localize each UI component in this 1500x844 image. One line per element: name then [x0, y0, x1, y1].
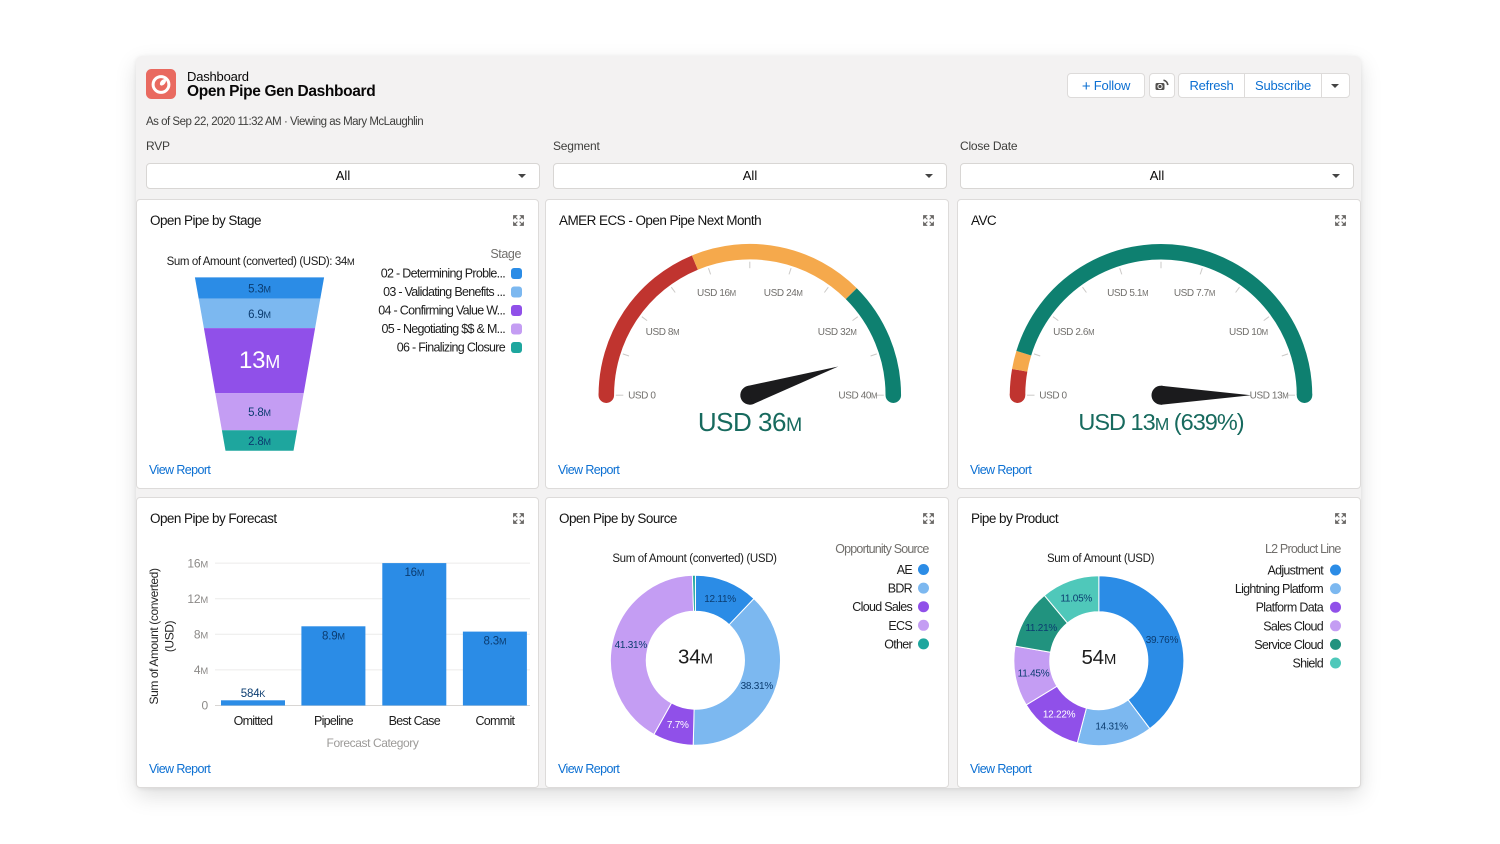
svg-text:Omitted: Omitted [234, 714, 274, 728]
svg-text:Forecast Category: Forecast Category [327, 736, 419, 750]
svg-text:41.31%: 41.31% [615, 640, 648, 651]
svg-text:Commit: Commit [475, 714, 515, 728]
svg-text:12.22%: 12.22% [1043, 710, 1076, 721]
svg-text:BDR: BDR [888, 582, 913, 596]
svg-text:2.8M: 2.8M [248, 436, 271, 448]
svg-text:USD 24M: USD 24M [764, 288, 803, 299]
svg-text:Opportunity Source: Opportunity Source [835, 542, 929, 556]
svg-text:02 - Determining Proble...: 02 - Determining Proble... [381, 267, 505, 281]
svg-text:AE: AE [897, 563, 913, 577]
svg-text:USD 13M (639%): USD 13M (639%) [1078, 409, 1243, 435]
svg-text:Shield: Shield [1292, 657, 1323, 671]
svg-text:USD 7.7M: USD 7.7M [1174, 288, 1215, 299]
svg-text:Service Cloud: Service Cloud [1254, 638, 1323, 652]
svg-text:Sum of Amount (USD): Sum of Amount (USD) [1047, 553, 1155, 565]
svg-text:USD 8M: USD 8M [646, 327, 680, 338]
svg-text:11.21%: 11.21% [1025, 623, 1057, 634]
svg-text:Stage: Stage [490, 247, 521, 261]
svg-text:USD 16M: USD 16M [697, 288, 736, 299]
svg-text:34M: 34M [678, 646, 713, 669]
svg-text:16M: 16M [187, 556, 208, 570]
svg-text:USD 32M: USD 32M [818, 327, 857, 338]
svg-text:Cloud Sales: Cloud Sales [852, 600, 912, 614]
svg-text:Adjustment: Adjustment [1267, 564, 1324, 578]
svg-text:38.31%: 38.31% [741, 681, 774, 692]
svg-text:16M: 16M [404, 567, 424, 579]
svg-text:12.11%: 12.11% [704, 594, 736, 605]
svg-text:06 - Finalizing Closure: 06 - Finalizing Closure [397, 341, 506, 355]
svg-text:4M: 4M [194, 663, 208, 677]
svg-text:54M: 54M [1081, 646, 1116, 669]
svg-text:39.76%: 39.76% [1146, 635, 1179, 646]
svg-text:5.8M: 5.8M [248, 407, 271, 419]
svg-text:USD 0: USD 0 [1039, 391, 1067, 402]
svg-text:Lightning Platform: Lightning Platform [1235, 582, 1323, 596]
svg-text:03 - Validating Benefits ...: 03 - Validating Benefits ... [383, 285, 505, 299]
svg-text:L2 Product Line: L2 Product Line [1265, 542, 1341, 556]
svg-text:05 - Negotiating $$ & M...: 05 - Negotiating $$ & M... [381, 322, 505, 336]
svg-text:8M: 8M [194, 628, 208, 642]
svg-text:Platform Data: Platform Data [1256, 601, 1324, 615]
svg-text:8.3M: 8.3M [484, 636, 507, 648]
svg-text:USD 2.6M: USD 2.6M [1053, 327, 1094, 338]
svg-text:USD 13M: USD 13M [1250, 391, 1289, 402]
svg-text:Sum of Amount (converted): Sum of Amount (converted) [147, 568, 161, 704]
svg-text:Pipeline: Pipeline [314, 714, 354, 728]
svg-text:8.9M: 8.9M [322, 630, 345, 642]
svg-text:13M: 13M [239, 347, 280, 374]
svg-text:USD 40M: USD 40M [838, 391, 877, 402]
svg-text:USD 10M: USD 10M [1229, 327, 1268, 338]
svg-text:584K: 584K [241, 688, 266, 700]
svg-text:Best Case: Best Case [389, 714, 441, 728]
svg-text:USD 36M: USD 36M [698, 407, 802, 437]
svg-text:7.7%: 7.7% [667, 720, 689, 731]
svg-text:USD 5.1M: USD 5.1M [1107, 288, 1148, 299]
svg-text:ECS: ECS [888, 619, 912, 633]
svg-text:Other: Other [884, 637, 912, 651]
svg-text:5.3M: 5.3M [248, 284, 271, 296]
svg-text:Sum of Amount (converted) (USD: Sum of Amount (converted) (USD): 34M [167, 256, 355, 268]
svg-text:6.9M: 6.9M [248, 309, 271, 321]
svg-text:11.05%: 11.05% [1060, 594, 1092, 605]
svg-text:14.31%: 14.31% [1095, 722, 1128, 733]
svg-text:(USD): (USD) [163, 620, 177, 652]
svg-text:USD 0: USD 0 [628, 391, 656, 402]
svg-text:12M: 12M [187, 592, 208, 606]
svg-text:Sum of Amount (converted) (USD: Sum of Amount (converted) (USD) [612, 553, 777, 565]
svg-text:04 - Confirming Value W...: 04 - Confirming Value W... [378, 304, 505, 318]
svg-text:11.45%: 11.45% [1018, 669, 1050, 680]
svg-text:0: 0 [202, 699, 209, 713]
svg-text:Sales Cloud: Sales Cloud [1263, 619, 1323, 633]
